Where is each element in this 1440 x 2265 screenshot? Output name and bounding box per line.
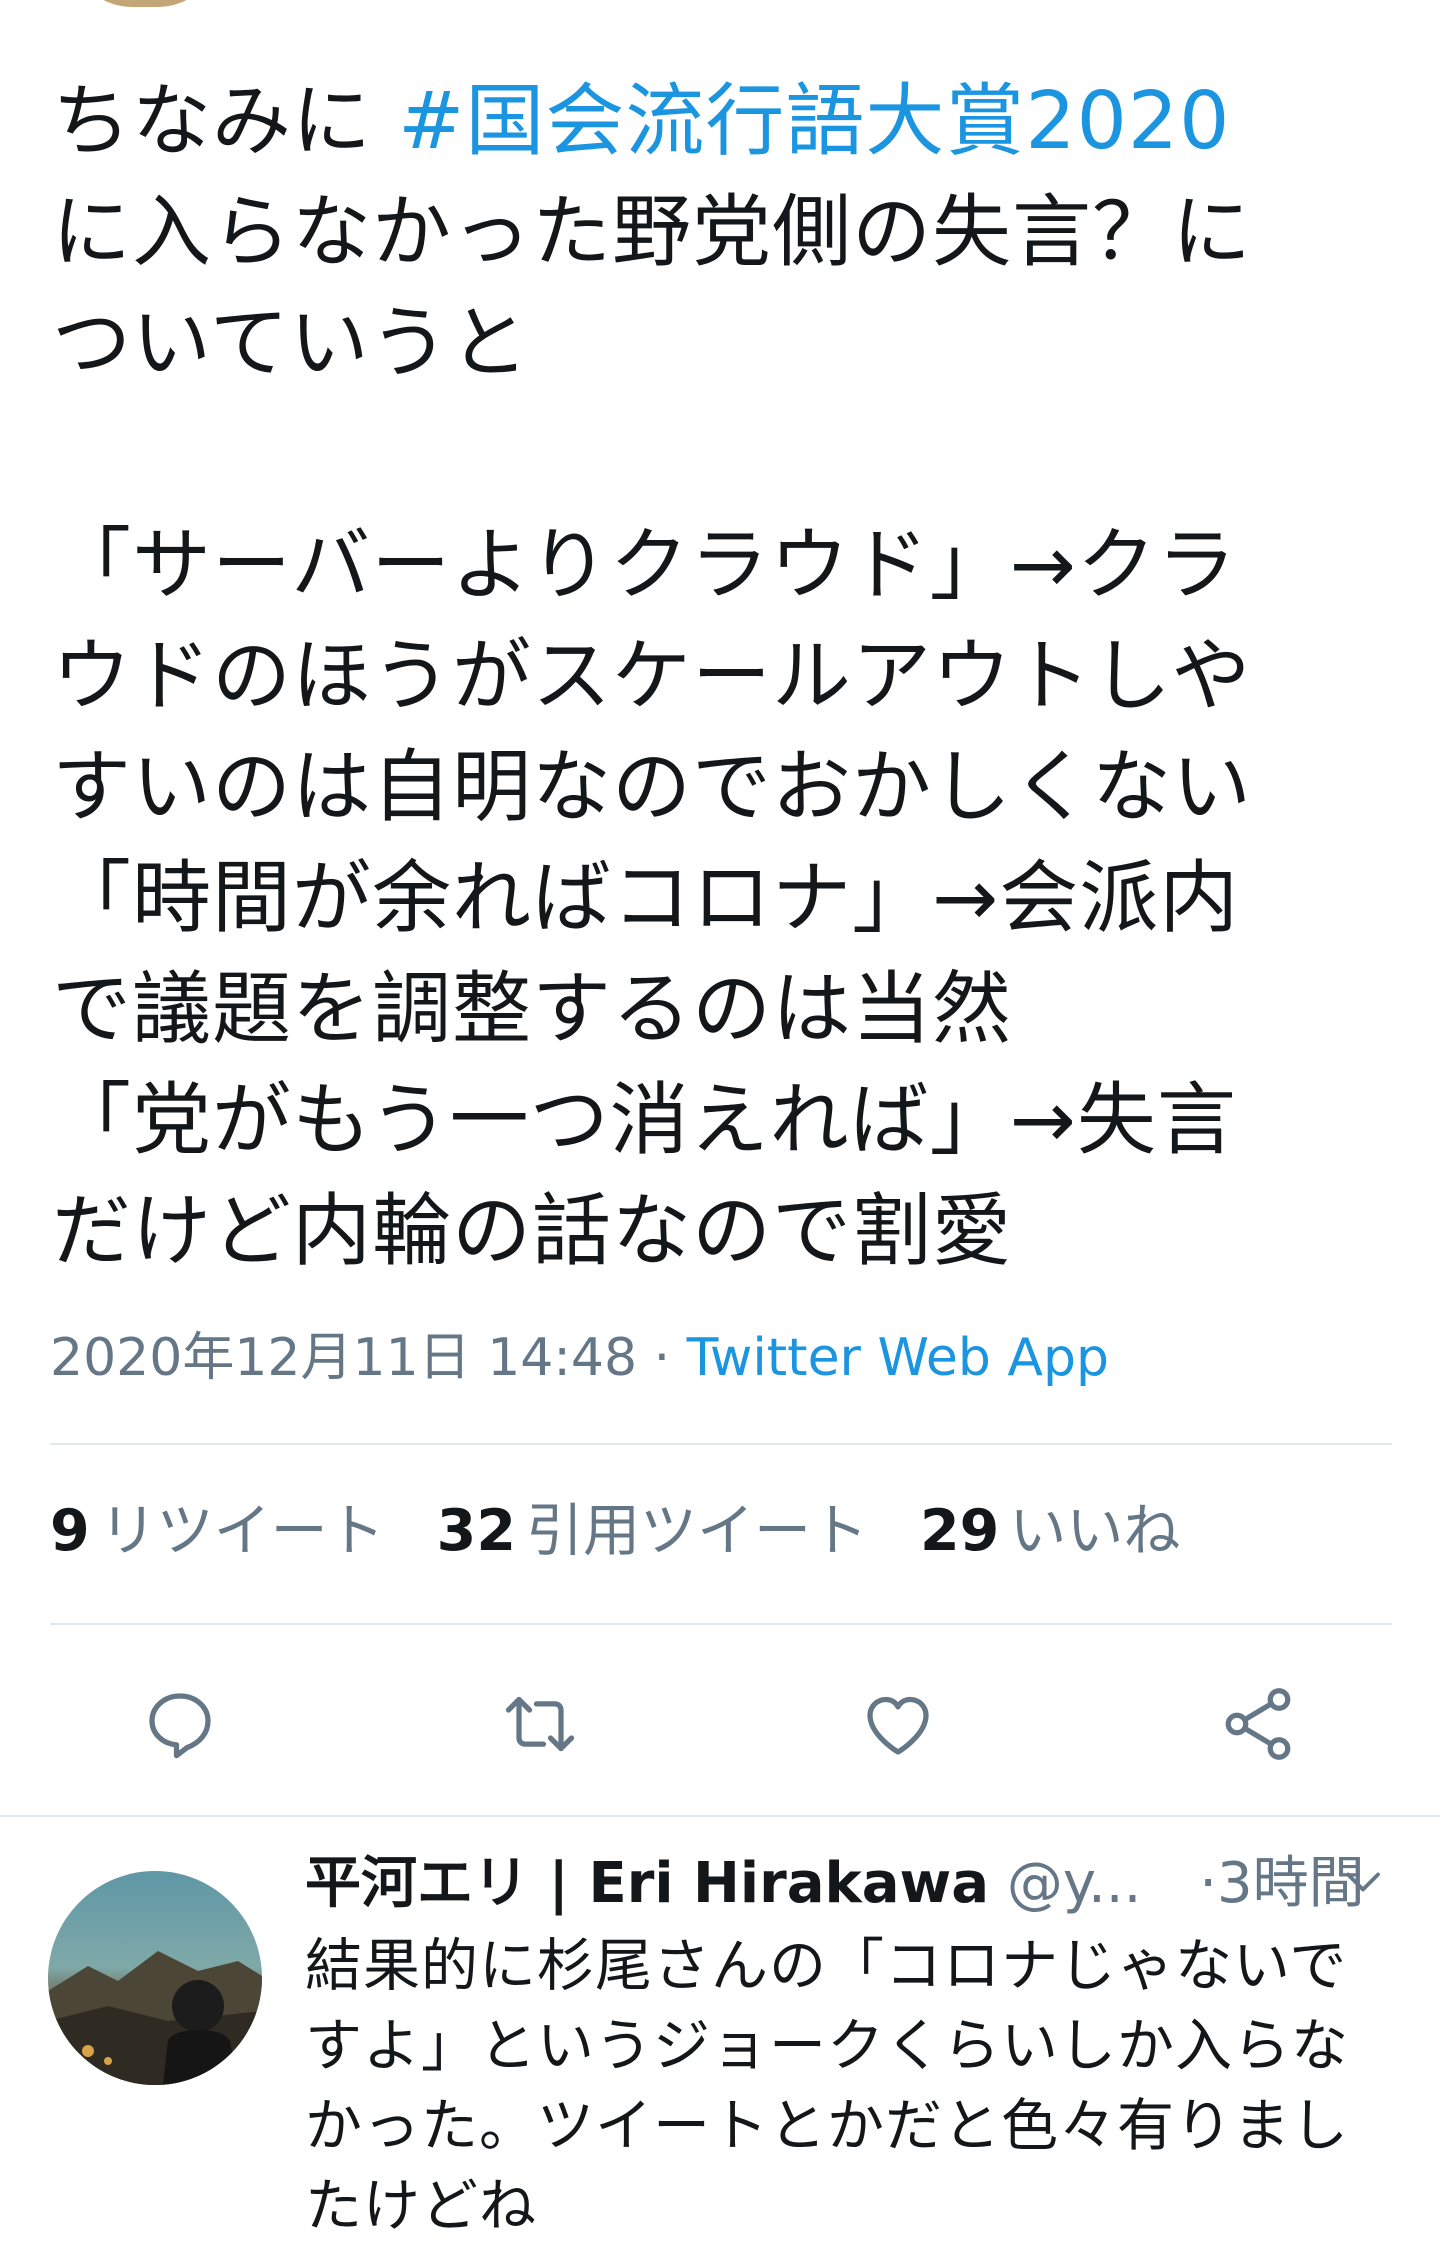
divider [50, 1443, 1392, 1445]
tweet-line: 「サーバーよりクラウド」→クラ [52, 519, 1237, 611]
avatar-photo [48, 1951, 262, 2085]
tweet-line: すいのは自明なのでおかしくない [52, 741, 1252, 833]
reply-handle[interactable]: @y... [1007, 1851, 1142, 1916]
tweet-line: だけど内輪の話なので割愛 [52, 1185, 1012, 1277]
tweet-text: ちなみに #国会流行語大賞2020 に入らなかった野党側の失言？に ついていうと… [52, 66, 1412, 1287]
reply-line: たけどね [305, 2173, 537, 2239]
tweet-line: 「党がもう一つ消えれば」→失言 [52, 1074, 1237, 1166]
share-button[interactable] [1208, 1674, 1308, 1774]
tweet-line: に入らなかった野党側の失言？に [52, 186, 1252, 278]
reply-line: すよ」というジョークくらいしか入らな [305, 2013, 1349, 2079]
tweet-timestamp[interactable]: 2020年12月11日 14:48 [50, 1328, 637, 1388]
tweet-actions [0, 1674, 1440, 1774]
quotes-stat[interactable]: 32 引用ツイート [437, 1491, 868, 1571]
tweet-line: で議題を調整するのは当然 [52, 963, 1012, 1055]
retweet-button[interactable] [490, 1674, 590, 1774]
reply-display-name[interactable]: 平河エリ | Eri Hirakawa [305, 1851, 989, 1916]
tweet-stats: 9 リツイート 32 引用ツイート 29 いいね [50, 1491, 1232, 1571]
reply-icon [149, 1693, 211, 1759]
reply-line: かった。ツイートとかだと色々有りまし [305, 2093, 1349, 2159]
reply-line: 結果的に杉尾さんの「コロナじゃないで [305, 1933, 1348, 1999]
reply-text: 結果的に杉尾さんの「コロナじゃないで すよ」というジョークくらいしか入らな かっ… [305, 1926, 1415, 2246]
like-button[interactable] [848, 1674, 948, 1774]
tweet-main: ちなみに #国会流行語大賞2020 に入らなかった野党側の失言？に ついていうと… [52, 66, 1412, 1287]
meta-separator: · [637, 1328, 687, 1388]
divider [50, 1623, 1392, 1625]
tweet-meta: 2020年12月11日 14:48 · Twitter Web App [50, 1318, 1109, 1398]
tweet-line: 「時間が余ればコロナ」→会派内 [52, 852, 1240, 944]
heart-icon [867, 1696, 929, 1755]
tweet-line: ついていうと [52, 297, 530, 389]
reply-tweet[interactable]: 平河エリ | Eri Hirakawa @y... ·3時間 結果的に杉尾さんの… [0, 1822, 1440, 2265]
retweets-stat[interactable]: 9 リツイート [50, 1491, 385, 1571]
tweet-line: ウドのほうがスケールアウトしや [52, 630, 1252, 722]
reply-avatar[interactable] [48, 1871, 262, 2085]
reply-button[interactable] [130, 1674, 230, 1774]
author-avatar-partial[interactable] [70, 0, 220, 7]
retweet-icon [505, 1696, 575, 1752]
chevron-down-icon[interactable] [1333, 1852, 1393, 1912]
reply-header: 平河エリ | Eri Hirakawa @y... ·3時間 [305, 1844, 1405, 1924]
hashtag-link[interactable]: #国会流行語大賞2020 [398, 75, 1230, 167]
likes-stat[interactable]: 29 いいね [920, 1491, 1180, 1571]
divider [0, 1815, 1440, 1817]
share-icon [1225, 1688, 1291, 1760]
tweet-source-link[interactable]: Twitter Web App [687, 1328, 1109, 1388]
tweet-text-prefix: ちなみに [52, 75, 399, 167]
